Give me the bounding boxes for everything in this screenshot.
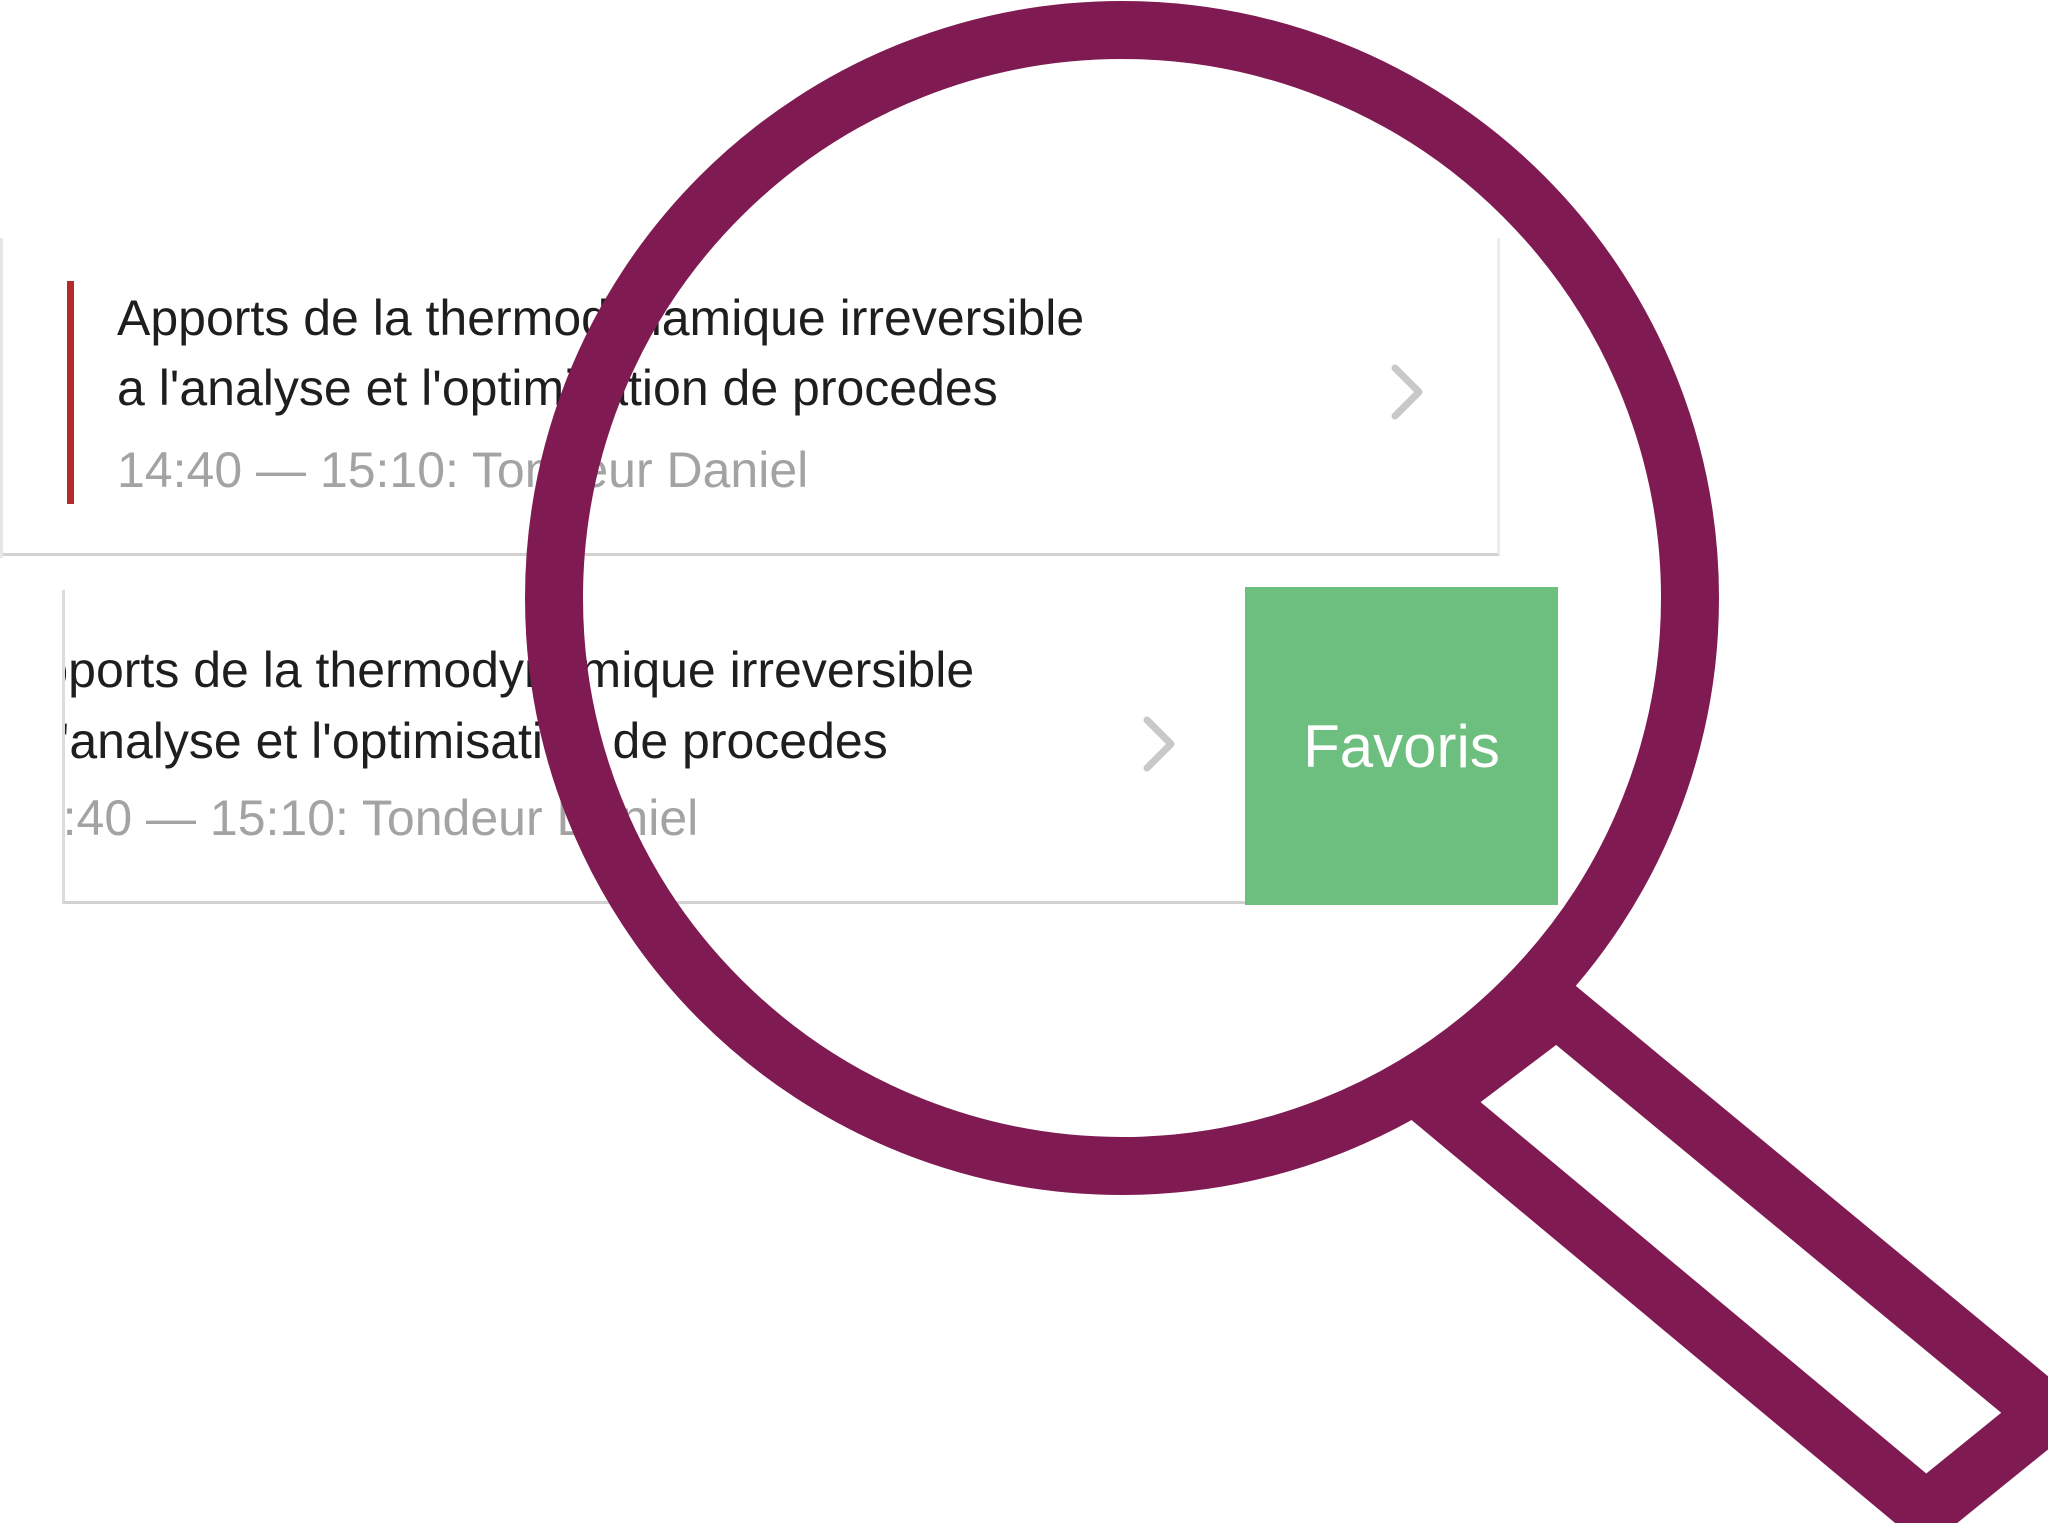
chevron-right-icon[interactable]	[1383, 360, 1433, 424]
favorites-swipe-button[interactable]: Favoris	[1245, 587, 1558, 905]
session-accent-bar	[67, 281, 74, 504]
session-list-item-swiped[interactable]: Apports de la thermodynamique irreversib…	[62, 590, 1247, 904]
item-left-border	[0, 238, 3, 558]
session-title-line-1: Apports de la thermodynamique irreversib…	[62, 642, 975, 698]
session-title-line-2: a l'analyse et l'optimisation de procede…	[62, 713, 888, 769]
session-title-line-1: Apports de la thermodynamique irreversib…	[117, 290, 1085, 346]
session-title-line-2: a l'analyse et l'optimisation de procede…	[117, 360, 998, 416]
chevron-right-icon[interactable]	[1135, 712, 1185, 776]
session-time-speaker: 14:40 — 15:10: Tondeur Daniel	[117, 442, 809, 498]
swiped-item-content: Apports de la thermodynamique irreversib…	[62, 590, 1247, 900]
session-time-speaker: 14:40 — 15:10: Tondeur Daniel	[62, 790, 699, 846]
